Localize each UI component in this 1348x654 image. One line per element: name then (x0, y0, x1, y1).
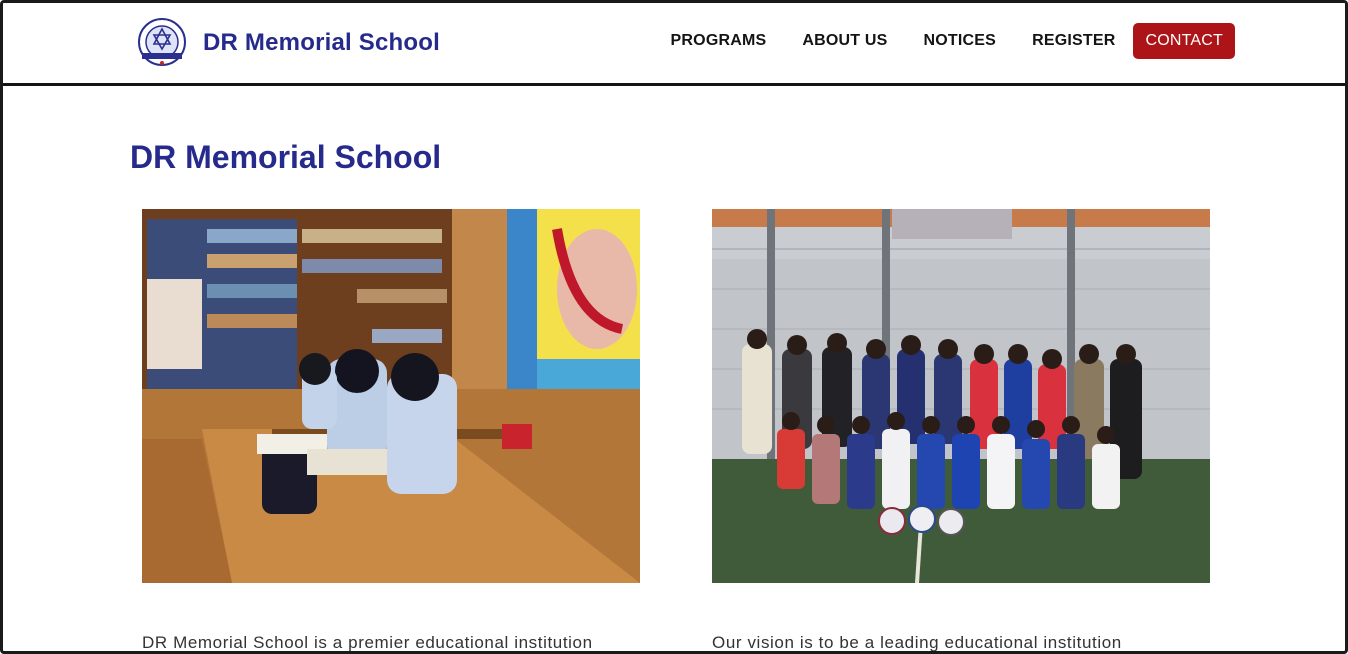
nav-notices[interactable]: NOTICES (924, 32, 997, 50)
library-photo (142, 209, 640, 583)
nav-register[interactable]: REGISTER (1032, 32, 1115, 50)
site-brand[interactable]: DR Memorial School (203, 29, 440, 57)
main-nav: PROGRAMS ABOUT US NOTICES REGISTER CONTA… (635, 21, 1235, 61)
browser-frame: DR Memorial School PROGRAMS ABOUT US NOT… (0, 0, 1348, 654)
nav-about-us[interactable]: ABOUT US (802, 32, 887, 50)
intro-caption: DR Memorial School is a premier educatio… (142, 633, 593, 652)
page-title: DR Memorial School (130, 139, 442, 175)
contact-button[interactable]: CONTACT (1133, 23, 1235, 59)
nav-programs[interactable]: PROGRAMS (671, 32, 767, 50)
vision-caption: Our vision is to be a leading educationa… (712, 633, 1122, 652)
students-group-photo (712, 209, 1210, 583)
school-logo[interactable] (137, 17, 187, 67)
site-header: DR Memorial School PROGRAMS ABOUT US NOT… (3, 3, 1345, 86)
